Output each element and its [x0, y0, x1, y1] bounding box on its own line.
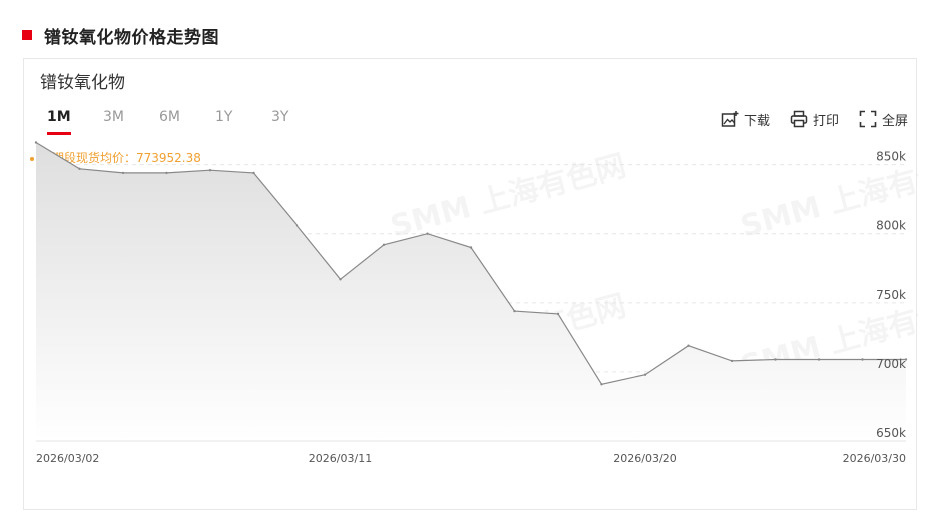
section-header: 镨钕氧化物价格走势图 [22, 22, 219, 48]
price-point[interactable] [426, 232, 429, 235]
price-point[interactable] [252, 171, 255, 175]
price-chart: SMM 上海有色网SMM 上海有色网SMM 上海有色网SMM 上海有色网 650… [34, 141, 918, 465]
price-point[interactable] [165, 171, 168, 175]
price-point[interactable] [34, 141, 38, 144]
price-point[interactable] [600, 383, 603, 386]
y-tick-label: 650k [876, 426, 906, 440]
section-marker [22, 30, 32, 40]
price-point[interactable] [687, 344, 690, 347]
price-point[interactable] [513, 309, 516, 313]
y-tick-label: 850k [876, 150, 906, 164]
price-point[interactable] [339, 278, 342, 281]
y-tick-label: 750k [876, 288, 906, 302]
price-point[interactable] [208, 169, 212, 172]
price-point[interactable] [78, 167, 81, 170]
plot-area [34, 141, 908, 441]
x-tick-label: 2026/03/20 [613, 452, 676, 465]
y-tick-label: 800k [876, 219, 906, 233]
x-tick-label: 2026/03/11 [309, 452, 372, 465]
price-point[interactable] [382, 243, 386, 246]
x-tick-label: 2026/03/30 [843, 452, 906, 465]
x-tick-label: 2026/03/02 [36, 452, 99, 465]
price-point[interactable] [295, 224, 299, 227]
price-point[interactable] [861, 358, 864, 361]
x-axis: 2026/03/02 2026/03/11 2026/03/20 2026/03/30 [36, 440, 906, 465]
watermark-text: SMM 上海有色网 [387, 148, 630, 244]
price-point[interactable] [469, 246, 473, 249]
price-point[interactable] [121, 171, 125, 175]
section-title: 镨钕氧化物价格走势图 [44, 27, 219, 48]
price-point[interactable] [730, 359, 734, 363]
price-point[interactable] [817, 358, 821, 361]
chart-card: 镨钕氧化物 1M 3M 6M 1Y 3Y 下载 打印 全屏 日期段现货均价：77… [23, 58, 918, 510]
y-tick-label: 700k [876, 357, 906, 371]
price-point[interactable] [556, 312, 560, 316]
price-point[interactable] [774, 358, 777, 361]
price-area [36, 142, 906, 441]
price-point[interactable] [643, 373, 647, 376]
